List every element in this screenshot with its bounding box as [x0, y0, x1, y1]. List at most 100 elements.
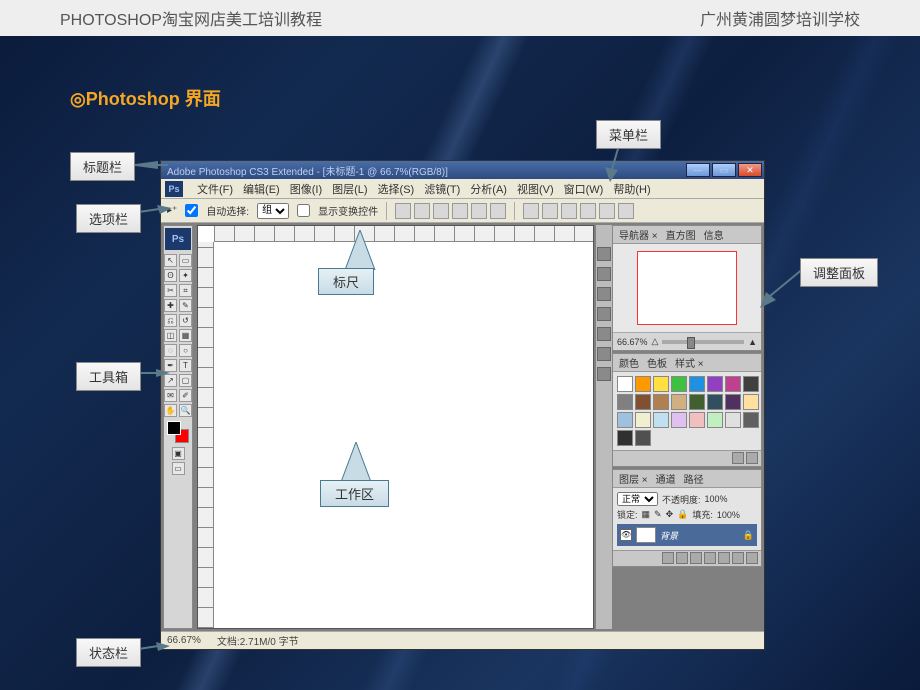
swatch[interactable] — [617, 376, 633, 392]
visibility-icon[interactable]: 👁 — [620, 529, 632, 541]
align-icon[interactable] — [490, 203, 506, 219]
menu-window[interactable]: 窗口(W) — [564, 181, 604, 197]
dock-icon[interactable] — [597, 247, 611, 261]
history-brush-tool[interactable]: ↺ — [179, 314, 192, 327]
swatch[interactable] — [725, 394, 741, 410]
align-icon[interactable] — [433, 203, 449, 219]
dock-icon[interactable] — [597, 267, 611, 281]
trash-icon[interactable] — [746, 552, 758, 564]
dodge-tool[interactable]: ○ — [179, 344, 192, 357]
swatch[interactable] — [617, 412, 633, 428]
swatch[interactable] — [743, 394, 759, 410]
wand-tool[interactable]: ✦ — [179, 269, 192, 282]
align-icon[interactable] — [414, 203, 430, 219]
tab-swatches[interactable]: 色板 — [647, 355, 667, 370]
distribute-icon[interactable] — [618, 203, 634, 219]
menu-help[interactable]: 帮助(H) — [613, 181, 650, 197]
menu-edit[interactable]: 编辑(E) — [243, 181, 280, 197]
tab-histogram[interactable]: 直方图 — [666, 227, 696, 242]
auto-select-checkbox[interactable] — [185, 204, 198, 217]
swatch[interactable] — [689, 394, 705, 410]
dock-icon[interactable] — [597, 347, 611, 361]
new-swatch-icon[interactable] — [732, 452, 744, 464]
menu-layer[interactable]: 图层(L) — [332, 181, 367, 197]
swatch[interactable] — [653, 394, 669, 410]
swatch[interactable] — [635, 430, 651, 446]
layer-item[interactable]: 👁 背景 🔒 — [617, 524, 757, 546]
layer-name[interactable]: 背景 — [660, 529, 678, 542]
swatch[interactable] — [671, 376, 687, 392]
show-transform-checkbox[interactable] — [297, 204, 310, 217]
type-tool[interactable]: T — [179, 359, 192, 372]
swatch[interactable] — [743, 412, 759, 428]
distribute-icon[interactable] — [561, 203, 577, 219]
canvas-area[interactable] — [197, 225, 594, 629]
swatch[interactable] — [617, 394, 633, 410]
path-tool[interactable]: ↗ — [164, 374, 177, 387]
navigator-rect[interactable] — [637, 251, 737, 325]
eraser-tool[interactable]: ◫ — [164, 329, 177, 342]
lock-pos-icon[interactable]: ✥ — [666, 509, 674, 520]
distribute-icon[interactable] — [542, 203, 558, 219]
tab-info[interactable]: 信息 — [704, 227, 724, 242]
distribute-icon[interactable] — [523, 203, 539, 219]
layer-thumb[interactable] — [636, 527, 656, 543]
status-zoom[interactable]: 66.67% — [167, 635, 201, 646]
new-layer-icon[interactable] — [732, 552, 744, 564]
zoom-in-icon[interactable]: ▲ — [748, 337, 757, 347]
swatch[interactable] — [743, 376, 759, 392]
swatch[interactable] — [725, 376, 741, 392]
lock-trans-icon[interactable]: ▦ — [642, 509, 651, 520]
gradient-tool[interactable]: ▦ — [179, 329, 192, 342]
adjust-icon[interactable] — [704, 552, 716, 564]
align-icon[interactable] — [395, 203, 411, 219]
tab-navigator[interactable]: 导航器 × — [619, 227, 658, 242]
slice-tool[interactable]: ⌗ — [179, 284, 192, 297]
swatch[interactable] — [671, 412, 687, 428]
close-button[interactable]: ✕ — [738, 163, 762, 177]
foreground-color-icon[interactable] — [167, 421, 181, 435]
dock-icon[interactable] — [597, 367, 611, 381]
marquee-tool[interactable]: ▭ — [179, 254, 192, 267]
align-icon[interactable] — [471, 203, 487, 219]
link-icon[interactable] — [662, 552, 674, 564]
swatch[interactable] — [725, 412, 741, 428]
dock-icon[interactable] — [597, 327, 611, 341]
swatch[interactable] — [617, 430, 633, 446]
crop-tool[interactable]: ✂ — [164, 284, 177, 297]
lasso-tool[interactable]: ʘ — [164, 269, 177, 282]
stamp-tool[interactable]: ⎌ — [164, 314, 177, 327]
align-icon[interactable] — [452, 203, 468, 219]
swatch[interactable] — [671, 394, 687, 410]
auto-select-dropdown[interactable]: 组 — [257, 203, 289, 219]
tab-paths[interactable]: 路径 — [684, 471, 704, 486]
lock-all-icon[interactable]: 🔒 — [677, 509, 688, 520]
eyedropper-tool[interactable]: ✐ — [179, 389, 192, 402]
trash-icon[interactable] — [746, 452, 758, 464]
swatch[interactable] — [653, 412, 669, 428]
quickmask-tool[interactable]: ▣ — [172, 447, 185, 460]
menu-view[interactable]: 视图(V) — [517, 181, 554, 197]
tab-color[interactable]: 颜色 — [619, 355, 639, 370]
move-tool[interactable]: ↖ — [164, 254, 177, 267]
blend-mode-dropdown[interactable]: 正常 — [617, 492, 658, 506]
dock-icon[interactable] — [597, 287, 611, 301]
zoom-slider[interactable] — [662, 340, 744, 344]
swatch[interactable] — [707, 394, 723, 410]
dock-icon[interactable] — [597, 307, 611, 321]
swatch[interactable] — [689, 376, 705, 392]
tab-styles[interactable]: 样式 × — [675, 355, 704, 370]
hand-tool[interactable]: ✋ — [164, 404, 177, 417]
distribute-icon[interactable] — [599, 203, 615, 219]
shape-tool[interactable]: ▢ — [179, 374, 192, 387]
swatch[interactable] — [635, 394, 651, 410]
tab-channels[interactable]: 通道 — [656, 471, 676, 486]
mask-icon[interactable] — [690, 552, 702, 564]
swatch[interactable] — [707, 376, 723, 392]
fx-icon[interactable] — [676, 552, 688, 564]
fill-value[interactable]: 100% — [717, 510, 740, 520]
zoom-tool[interactable]: 🔍 — [179, 404, 192, 417]
menu-image[interactable]: 图像(I) — [290, 181, 322, 197]
menu-file[interactable]: 文件(F) — [197, 181, 233, 197]
notes-tool[interactable]: ✉ — [164, 389, 177, 402]
